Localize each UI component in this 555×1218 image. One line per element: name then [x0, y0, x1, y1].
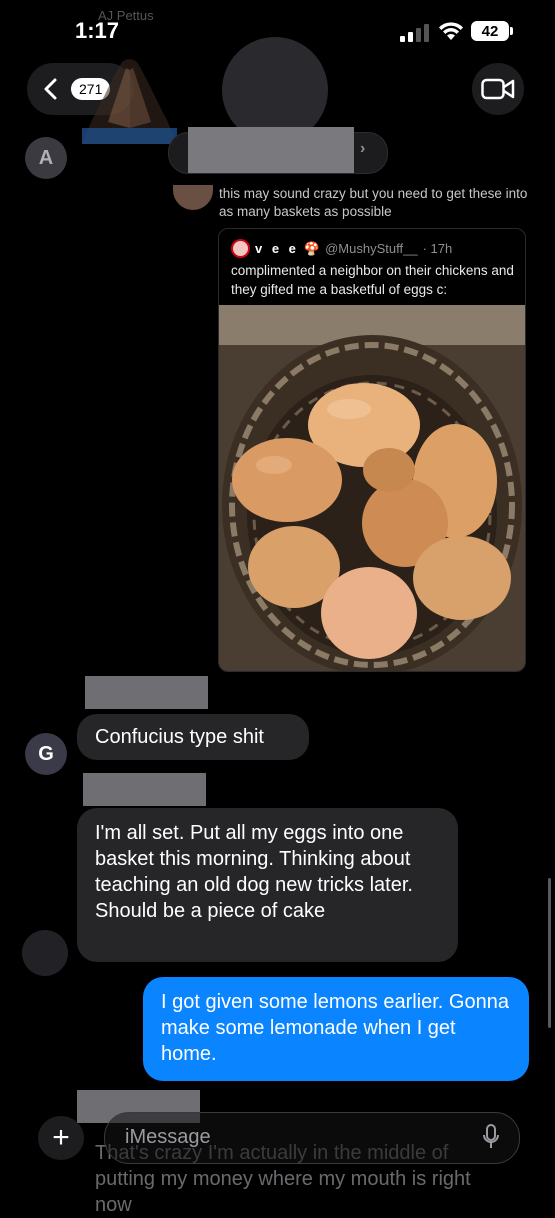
tweet-display-name: v e e	[255, 241, 299, 256]
message-text: Confucius type shit	[95, 726, 264, 748]
chevron-left-icon	[44, 78, 57, 100]
tweet-author-avatar	[231, 239, 250, 258]
outgoing-message-bubble[interactable]: I got given some lemons earlier. Gonna m…	[143, 977, 529, 1081]
redacted-group-name	[188, 127, 354, 173]
video-camera-icon	[481, 78, 515, 100]
sender-avatar	[173, 185, 213, 210]
redacted-sender-name	[85, 676, 208, 709]
scrollbar[interactable]	[548, 878, 551, 1028]
microphone-icon[interactable]	[482, 1124, 500, 1150]
incoming-message-bubble[interactable]: Confucius type shit	[77, 714, 309, 760]
share-caption: this may sound crazy but you need to get…	[219, 186, 528, 219]
chevron-right-icon: ›	[360, 140, 366, 157]
egg-basket-photo	[219, 305, 525, 671]
tweet-text: complimented a neighbor on their chicken…	[231, 263, 514, 297]
facetime-button[interactable]	[472, 63, 524, 115]
incoming-message-bubble[interactable]: I'm all set. Put all my eggs into one ba…	[77, 808, 458, 962]
battery-tip	[510, 27, 513, 35]
status-time: 1:17	[75, 18, 120, 43]
wifi-icon	[439, 22, 463, 40]
shared-tweet-card[interactable]: v e e 🍄 @MushyStuff__ · 17h complimented…	[218, 228, 526, 672]
message-text: I'm all set. Put all my eggs into one ba…	[95, 822, 413, 922]
redacted-sender-name	[83, 773, 206, 806]
contact-avatar-g[interactable]: G	[25, 733, 67, 775]
sender-avatar-blank[interactable]	[22, 930, 68, 976]
tweet-header: v e e 🍄 @MushyStuff__ · 17h	[231, 239, 452, 258]
plus-icon: +	[52, 1121, 70, 1154]
message-input-placeholder: iMessage	[125, 1126, 211, 1148]
add-attachment-button[interactable]: +	[38, 1116, 84, 1160]
tweet-handle: @MushyStuff__	[325, 241, 418, 256]
battery-indicator: 42	[471, 21, 509, 41]
tweet-time: · 17h	[422, 241, 453, 256]
praying-hands-icon	[82, 59, 177, 144]
message-text: I got given some lemons earlier. Gonna m…	[161, 991, 509, 1065]
contact-avatar-a[interactable]: A	[25, 137, 67, 179]
cellular-signal-icon	[400, 24, 430, 42]
mushroom-emoji-icon: 🍄	[303, 240, 321, 256]
